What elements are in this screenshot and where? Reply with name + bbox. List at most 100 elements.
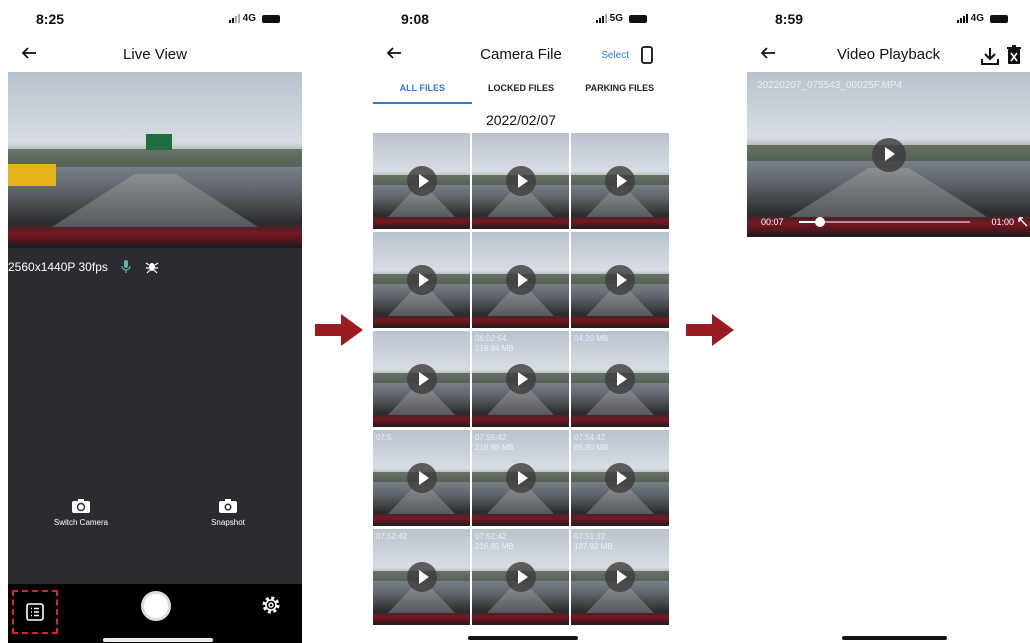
video-thumbnail[interactable]	[373, 232, 470, 328]
video-thumbnail[interactable]: 07:55:42 216.88 MB	[472, 430, 569, 526]
duration: 01:00	[991, 217, 1014, 227]
flow-arrow-icon	[315, 314, 363, 346]
battery-icon	[990, 14, 1008, 23]
video-playback-screen: 8:59 4G Video Playback 20220207_075543_0…	[747, 0, 1030, 643]
signal-icon	[595, 14, 607, 23]
play-icon[interactable]	[505, 463, 536, 493]
snapshot-button[interactable]: Snapshot	[188, 498, 268, 527]
play-icon[interactable]	[505, 364, 536, 394]
thumbnail-grid: 06:02:54 216.84 MB 04:20 MB 07:5 07:55:42 2…	[373, 133, 669, 625]
video-thumbnail[interactable]: 07:51:32 187.92 MB	[571, 529, 669, 625]
seek-bar[interactable]	[799, 217, 970, 227]
battery-icon	[629, 14, 647, 23]
play-icon[interactable]	[406, 463, 437, 493]
video-filename: 20220207_075543_00025F.MP4	[757, 80, 903, 91]
video-thumbnail[interactable]	[373, 331, 470, 427]
play-icon[interactable]	[605, 463, 635, 493]
play-icon[interactable]	[605, 265, 635, 295]
gear-icon[interactable]	[260, 594, 282, 616]
video-thumbnail[interactable]	[373, 133, 470, 229]
thumbnail-info: 07:52:42 216.85 MB	[475, 532, 514, 551]
status-indicators: 4G	[956, 13, 1008, 24]
camera-file-screen: 9:08 5G Camera File Select ALL FILES LOC…	[373, 0, 669, 643]
seek-knob[interactable]	[814, 217, 825, 227]
thumbnail-info: 07:52:42	[376, 532, 408, 541]
control-panel: 2560x1440P 30fps Switch Camera Snapshot	[8, 248, 302, 584]
video-thumbnail[interactable]: 07:52:42	[373, 529, 470, 625]
play-icon[interactable]	[505, 562, 536, 592]
thumbnail-info: 07:55:42 216.88 MB	[475, 433, 514, 452]
play-icon[interactable]	[605, 562, 635, 592]
status-bar: 8:25 4G	[8, 0, 302, 36]
download-icon[interactable]	[980, 46, 1000, 66]
status-indicators: 4G	[228, 13, 280, 24]
video-thumbnail[interactable]	[472, 232, 569, 328]
current-time: 00:07	[761, 217, 784, 227]
network-label: 4G	[242, 13, 256, 24]
live-video-feed	[8, 72, 302, 248]
thumbnail-info: 07:54:42 85.90 MB	[574, 433, 609, 452]
switch-camera-label: Switch Camera	[53, 518, 109, 527]
bug-icon[interactable]	[144, 258, 160, 274]
video-thumbnail[interactable]: 07:52:42 216.85 MB	[472, 529, 569, 625]
home-indicator	[103, 638, 213, 642]
status-time: 9:08	[401, 11, 430, 27]
delete-icon[interactable]	[1006, 45, 1022, 65]
page-title: Live View	[123, 46, 187, 63]
play-icon[interactable]	[605, 166, 635, 196]
bottom-toolbar	[8, 584, 302, 643]
play-icon[interactable]	[406, 364, 437, 394]
video-thumbnail[interactable]	[472, 133, 569, 229]
video-thumbnail[interactable]	[571, 133, 669, 229]
video-thumbnail[interactable]: 04:20 MB	[571, 331, 669, 427]
play-icon[interactable]	[406, 562, 437, 592]
scene-road	[789, 167, 988, 218]
switch-camera-icon	[72, 499, 90, 513]
status-time: 8:25	[36, 11, 65, 27]
status-bar: 8:59 4G	[747, 0, 1030, 36]
play-icon[interactable]	[505, 265, 536, 295]
record-icon[interactable]	[141, 591, 171, 621]
signal-icon	[228, 14, 240, 23]
snapshot-label: Snapshot	[211, 518, 245, 527]
fullscreen-icon[interactable]	[1018, 217, 1028, 227]
home-indicator	[468, 636, 578, 640]
switch-camera-button[interactable]: Switch Camera	[41, 498, 121, 527]
play-icon[interactable]	[406, 265, 437, 295]
thumbnail-info: 07:51:32 187.92 MB	[574, 532, 613, 551]
file-tabs: ALL FILES LOCKED FILES PARKING FILES	[373, 72, 669, 104]
live-view-screen: 8:25 4G Live View 2560x1440P 30fps Switc…	[8, 0, 302, 643]
status-bar: 9:08 5G	[373, 0, 669, 36]
play-icon[interactable]	[505, 166, 536, 196]
nav-bar: Live View	[8, 38, 302, 72]
tab-locked-files[interactable]: LOCKED FILES	[472, 72, 571, 104]
video-thumbnail[interactable]: 07:54:42 85.90 MB	[571, 430, 669, 526]
video-thumbnail[interactable]	[571, 232, 669, 328]
play-icon[interactable]	[871, 137, 906, 172]
nav-bar: Camera File Select	[373, 38, 669, 72]
play-icon[interactable]	[605, 364, 635, 394]
phone-device-icon[interactable]	[641, 46, 653, 64]
thumbnail-info: 07:5	[376, 433, 392, 442]
signal-icon	[956, 14, 968, 23]
resolution-label: 2560x1440P 30fps	[8, 260, 108, 274]
tab-parking-files[interactable]: PARKING FILES	[570, 72, 669, 104]
video-player[interactable]: 20220207_075543_00025F.MP4 00:07 01:00	[747, 72, 1030, 237]
file-list-button[interactable]	[12, 590, 58, 634]
road-sign	[146, 134, 172, 150]
video-thumbnail[interactable]: 07:5	[373, 430, 470, 526]
status-indicators: 5G	[595, 13, 647, 24]
network-label: 4G	[970, 13, 984, 24]
mic-icon[interactable]	[118, 258, 134, 274]
play-icon[interactable]	[406, 166, 437, 196]
video-thumbnail[interactable]: 06:02:54 216.84 MB	[472, 331, 569, 427]
tab-all-files[interactable]: ALL FILES	[373, 72, 472, 104]
scene-road	[52, 174, 258, 227]
thumbnail-info: 04:20 MB	[574, 334, 609, 343]
home-indicator	[842, 636, 947, 640]
camera-icon	[219, 499, 237, 513]
date-header: 2022/02/07	[485, 112, 557, 128]
status-time: 8:59	[775, 11, 804, 27]
battery-icon	[262, 14, 280, 23]
select-button[interactable]: Select	[601, 50, 629, 61]
